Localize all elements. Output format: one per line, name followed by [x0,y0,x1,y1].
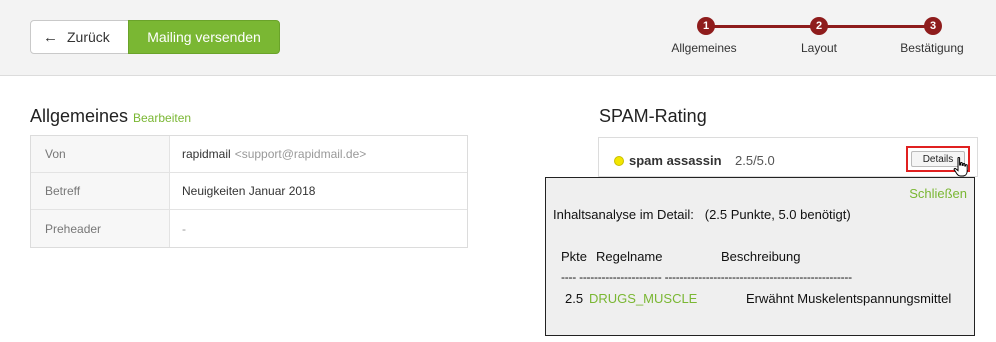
sender-value: rapidmail <support@rapidmail.de> [182,136,366,172]
edit-general-link[interactable]: Bearbeiten [133,111,191,125]
step-1-label[interactable]: Allgemeines [671,41,736,55]
general-section-title: Allgemeines [30,106,129,126]
column-header-points: Pkte [561,249,588,264]
column-header-rule: Regelname [596,249,663,264]
rule-description: Erwähnt Muskelentspannungsmittel [746,291,952,306]
spam-details-popup: Schließen Inhaltsanalyse im Detail: (2.5… [545,177,975,336]
spam-section-title: SPAM-Rating [599,106,707,126]
table-row: Betreff Neuigkeiten Januar 2018 [31,173,467,210]
status-indicator-icon [614,156,624,166]
table-row: Von rapidmail <support@rapidmail.de> [31,136,467,173]
step-2-label[interactable]: Layout [801,41,837,55]
spam-engine-name: spam assassin [629,153,722,168]
subject-value: Neuigkeiten Januar 2018 [182,184,316,198]
step-1-marker[interactable]: 1 [697,17,715,35]
sender-email: <support@rapidmail.de> [234,147,367,161]
general-info-table: Von rapidmail <support@rapidmail.de> Bet… [30,135,468,248]
sender-name: rapidmail [182,147,231,161]
subject-label: Betreff [31,173,170,209]
spam-score: 2.5/5.0 [735,153,775,168]
step-connector [819,25,933,28]
column-header-description: Beschreibung [721,249,801,264]
rule-points: 2.5 [565,291,584,306]
preheader-value: - [182,221,186,236]
progress-stepper: 1 2 3 Allgemeines Layout Bestätigung [0,0,996,76]
table-separator: ---- ---------------------- ------------… [561,270,852,284]
sender-label: Von [31,136,170,172]
step-3-marker[interactable]: 3 [924,17,942,35]
analysis-summary: Inhaltsanalyse im Detail: (2.5 Punkte, 5… [553,207,851,222]
close-popup-link[interactable]: Schließen [909,186,967,201]
step-connector [706,25,819,28]
rule-name-link[interactable]: DRUGS_MUSCLE [589,291,697,306]
preheader-label: Preheader [31,210,170,247]
step-2-marker[interactable]: 2 [810,17,828,35]
step-3-label[interactable]: Bestätigung [900,41,963,55]
hand-cursor-icon [953,157,968,177]
table-row: Preheader - [31,210,467,247]
